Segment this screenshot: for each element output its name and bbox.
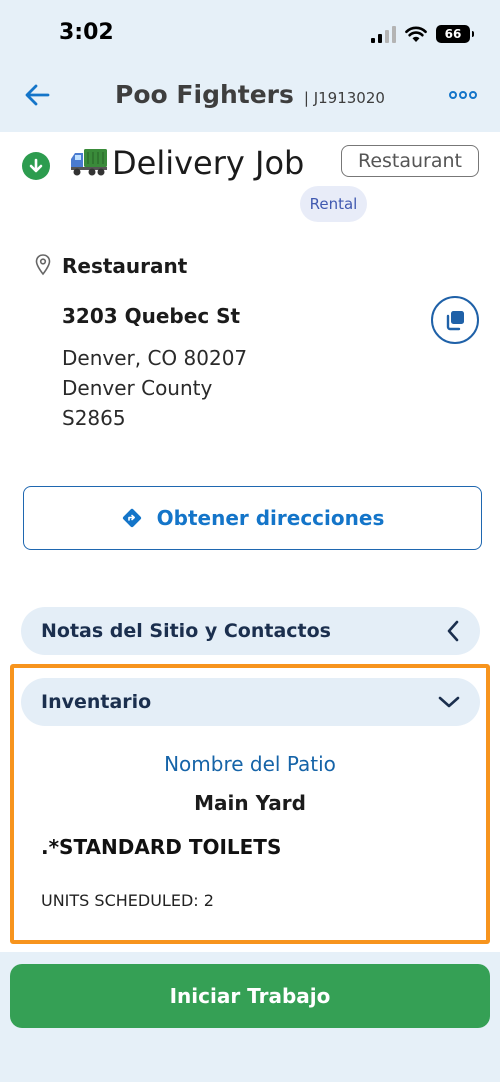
navigation-bar: Poo Fighters | J1913020: [0, 66, 500, 126]
location-name: Restaurant: [62, 254, 188, 278]
inventory-label: Inventario: [41, 691, 152, 713]
chevron-left-icon: [447, 620, 459, 642]
city-line: Denver, CO 80207: [62, 346, 248, 370]
wifi-icon: [405, 26, 427, 42]
cellular-signal-icon: [371, 25, 396, 43]
download-arrow-icon: [22, 152, 50, 180]
copy-icon: [446, 311, 464, 331]
location-pin-icon: [35, 254, 51, 276]
battery-icon: 66: [436, 25, 474, 43]
job-type-badge: Restaurant: [341, 145, 479, 177]
job-id: | J1913020: [303, 89, 385, 107]
inventory-section-header[interactable]: Inventario: [21, 678, 480, 726]
rental-tag: Rental: [300, 186, 367, 222]
copy-address-button[interactable]: [431, 296, 479, 344]
get-directions-button[interactable]: Obtener direcciones: [23, 486, 482, 550]
job-header: Delivery Job Restaurant Rental: [0, 140, 500, 230]
status-icons: 66: [371, 22, 474, 46]
start-job-button[interactable]: Iniciar Trabajo: [10, 964, 490, 1028]
status-time: 3:02: [59, 20, 114, 45]
county-line: Denver County: [62, 376, 213, 400]
directions-icon: [122, 508, 141, 528]
more-dot-icon: [469, 91, 477, 99]
more-options-button[interactable]: [446, 80, 480, 110]
more-dot-icon: [459, 91, 467, 99]
chevron-down-icon: [438, 696, 460, 708]
yard-name-value: Main Yard: [194, 791, 306, 815]
truck-icon: [71, 149, 107, 176]
nav-title: Poo Fighters | J1913020: [0, 80, 500, 109]
site-code: S2865: [62, 406, 126, 430]
customer-name: Poo Fighters: [115, 80, 294, 109]
yard-name-label: Nombre del Patio: [164, 752, 336, 776]
units-scheduled: UNITS SCHEDULED: 2: [41, 891, 214, 910]
status-bar: 3:02 66: [0, 0, 500, 66]
inventory-item-name: .*STANDARD TOILETS: [41, 835, 282, 859]
site-notes-section-header[interactable]: Notas del Sitio y Contactos: [21, 607, 480, 655]
get-directions-label: Obtener direcciones: [156, 506, 385, 530]
street-address: 3203 Quebec St: [62, 304, 241, 328]
job-title: Delivery Job: [112, 144, 305, 182]
more-dot-icon: [449, 91, 457, 99]
site-notes-label: Notas del Sitio y Contactos: [41, 620, 331, 642]
